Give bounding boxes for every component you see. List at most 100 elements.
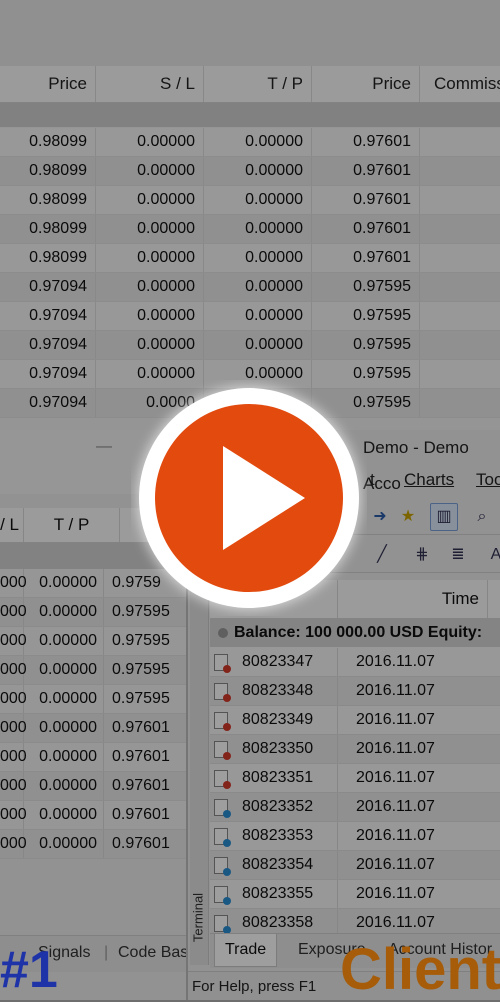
channel-tool-icon[interactable]: ⋕ bbox=[408, 541, 436, 569]
table-row[interactable]: 000 0.00000 0.97595 bbox=[0, 656, 190, 685]
top-table-header: Price S / L T / P Price Commiss bbox=[0, 66, 500, 103]
table-row[interactable]: 808233472016.11.07 12:14:50 bbox=[210, 648, 500, 698]
cell-order-id: 80823350 bbox=[210, 735, 338, 763]
balance-row: Balance: 100 000.00 USD Equity: bbox=[210, 619, 500, 647]
table-row[interactable]: 000 0.00000 0.97601 bbox=[0, 830, 190, 859]
table-row[interactable]: 808233552016.11.07 12:14:51 bbox=[210, 880, 500, 930]
cell-order-id: 80823348 bbox=[210, 677, 338, 705]
cell-sl: 000 bbox=[0, 569, 27, 597]
star-folder-icon[interactable]: ★ bbox=[394, 503, 422, 531]
menu-item-insert[interactable]: t bbox=[370, 470, 375, 490]
table-row[interactable]: 0.98099 0.00000 0.00000 0.97601 bbox=[0, 215, 500, 244]
cell-time: 2016.11.07 12:14:51 bbox=[338, 735, 500, 785]
table-row[interactable]: 808233502016.11.07 12:14:51 bbox=[210, 735, 500, 785]
fibonacci-tool-icon[interactable]: ≣ bbox=[444, 541, 472, 569]
cell-price: 0.97601 bbox=[104, 830, 190, 858]
cell-sl: 000 bbox=[0, 714, 27, 742]
table-row[interactable]: 000 0.00000 0.97601 bbox=[0, 772, 190, 801]
cell-time: 2016.11.07 12:14:50 bbox=[338, 677, 500, 727]
client-label: Client bbox=[340, 937, 500, 1002]
play-button[interactable] bbox=[131, 380, 367, 616]
cell-price: 0.97601 bbox=[312, 157, 420, 185]
table-row[interactable]: 0.97094 0.00000 0.00000 0.97595 bbox=[0, 273, 500, 302]
text-tool-icon[interactable]: A bbox=[482, 541, 500, 569]
cell-price: 0.97595 bbox=[104, 685, 190, 713]
column-header-price-current[interactable]: Price bbox=[312, 66, 420, 102]
cell-price: 0.97601 bbox=[312, 215, 420, 243]
cell-price: 0.97601 bbox=[104, 801, 190, 829]
table-row[interactable]: 000 0.00000 0.97595 bbox=[0, 685, 190, 714]
cell-sl: 000 bbox=[0, 830, 27, 858]
column-header-tp[interactable]: T / P bbox=[24, 508, 120, 542]
cell-tp: 0.00000 bbox=[204, 186, 312, 214]
cell-tp: 0.00000 bbox=[204, 128, 312, 156]
cell-price: 0.97601 bbox=[312, 186, 420, 214]
cell-price: 0.97601 bbox=[104, 714, 190, 742]
search-chart-icon[interactable]: ⌕ bbox=[468, 503, 496, 531]
episode-number-label: #1 bbox=[0, 941, 58, 999]
tab-code-base[interactable]: Code Bas bbox=[118, 936, 188, 972]
minimize-button[interactable]: — bbox=[96, 438, 112, 456]
cell-sl: 0.00000 bbox=[96, 331, 204, 359]
cell-price: 0.97595 bbox=[312, 273, 420, 301]
cell-tp: 0.00000 bbox=[204, 157, 312, 185]
table-row[interactable]: 000 0.00000 0.97601 bbox=[0, 801, 190, 830]
cell-sl: 0.00000 bbox=[96, 157, 204, 185]
cell-open-price: 0.97094 bbox=[0, 331, 96, 359]
cell-price: 0.97595 bbox=[104, 627, 190, 655]
cell-tp: 0.00000 bbox=[24, 772, 104, 800]
table-row[interactable]: 808233532016.11.07 12:14:51 bbox=[210, 822, 500, 872]
menu-item-charts[interactable]: Charts bbox=[404, 470, 454, 490]
cell-order-id: 80823352 bbox=[210, 793, 338, 821]
cell-tp: 0.00000 bbox=[24, 830, 104, 858]
table-row[interactable]: 808233512016.11.07 12:14:51 bbox=[210, 764, 500, 814]
panel-icon[interactable]: ▥ bbox=[430, 503, 458, 531]
table-row[interactable]: 808233522016.11.07 12:14:51 bbox=[210, 793, 500, 843]
cell-tp: 0.00000 bbox=[204, 302, 312, 330]
cell-time: 2016.11.07 12:14:51 bbox=[338, 793, 500, 843]
cell-price: 0.97601 bbox=[312, 244, 420, 272]
table-row[interactable]: 000 0.00000 0.97595 bbox=[0, 627, 190, 656]
column-header-commission[interactable]: Commiss bbox=[420, 66, 500, 102]
cell-open-price: 0.97094 bbox=[0, 302, 96, 330]
tab-divider: | bbox=[104, 944, 109, 961]
orders-table-body: 808233472016.11.07 12:14:50 808233482016… bbox=[210, 648, 500, 959]
cell-open-price: 0.98099 bbox=[0, 157, 96, 185]
top-window-toolbar bbox=[0, 0, 500, 67]
table-row[interactable]: 0.98099 0.00000 0.00000 0.97601 bbox=[0, 128, 500, 157]
tab-trade[interactable]: Trade bbox=[214, 934, 278, 967]
cell-tp: 0.00000 bbox=[204, 215, 312, 243]
menu-item-tools[interactable]: Too bbox=[476, 470, 500, 490]
cell-tp: 0.00000 bbox=[24, 801, 104, 829]
table-row[interactable]: 000 0.00000 0.97601 bbox=[0, 743, 190, 772]
table-row[interactable]: 0.97094 0.00000 0.00000 0.97595 bbox=[0, 331, 500, 360]
arrow-icon[interactable]: ➜ bbox=[366, 503, 394, 531]
terminal-side-label[interactable]: Terminal bbox=[191, 888, 206, 948]
cell-open-price: 0.97094 bbox=[0, 360, 96, 388]
line-tool-icon[interactable]: ╱ bbox=[368, 541, 396, 569]
table-row[interactable]: 0.98099 0.00000 0.00000 0.97601 bbox=[0, 157, 500, 186]
cell-time: 2016.11.07 12:14:51 bbox=[338, 880, 500, 930]
cell-open-price: 0.98099 bbox=[0, 128, 96, 156]
cell-time: 2016.11.07 12:14:50 bbox=[338, 648, 500, 698]
table-row[interactable]: 0.97094 0.00000 0.00000 0.97595 bbox=[0, 302, 500, 331]
table-row[interactable]: 000 0.00000 0.97601 bbox=[0, 714, 190, 743]
cell-order-id: 80823355 bbox=[210, 880, 338, 908]
table-row[interactable]: 808233492016.11.07 12:14:50 bbox=[210, 706, 500, 756]
table-row[interactable]: 0.98099 0.00000 0.00000 0.97601 bbox=[0, 244, 500, 273]
column-header-sl[interactable]: / L bbox=[0, 508, 24, 542]
cell-time: 2016.11.07 12:14:51 bbox=[338, 851, 500, 901]
top-trade-window: Price S / L T / P Price Commiss 0.98099 … bbox=[0, 0, 500, 430]
table-row[interactable]: 808233542016.11.07 12:14:51 bbox=[210, 851, 500, 901]
table-row[interactable]: 808233482016.11.07 12:14:50 bbox=[210, 677, 500, 727]
cell-sl: 0.00000 bbox=[96, 186, 204, 214]
cell-sl: 0.00000 bbox=[96, 215, 204, 243]
column-header-sl[interactable]: S / L bbox=[96, 66, 204, 102]
cell-open-price: 0.97094 bbox=[0, 389, 96, 417]
table-row[interactable]: 0.98099 0.00000 0.00000 0.97601 bbox=[0, 186, 500, 215]
column-header-tp[interactable]: T / P bbox=[204, 66, 312, 102]
column-header-price[interactable]: Price bbox=[0, 66, 96, 102]
cell-time: 2016.11.07 12:14:51 bbox=[338, 822, 500, 872]
cell-sl: 0.00000 bbox=[96, 273, 204, 301]
cell-sl: 0.00000 bbox=[96, 244, 204, 272]
